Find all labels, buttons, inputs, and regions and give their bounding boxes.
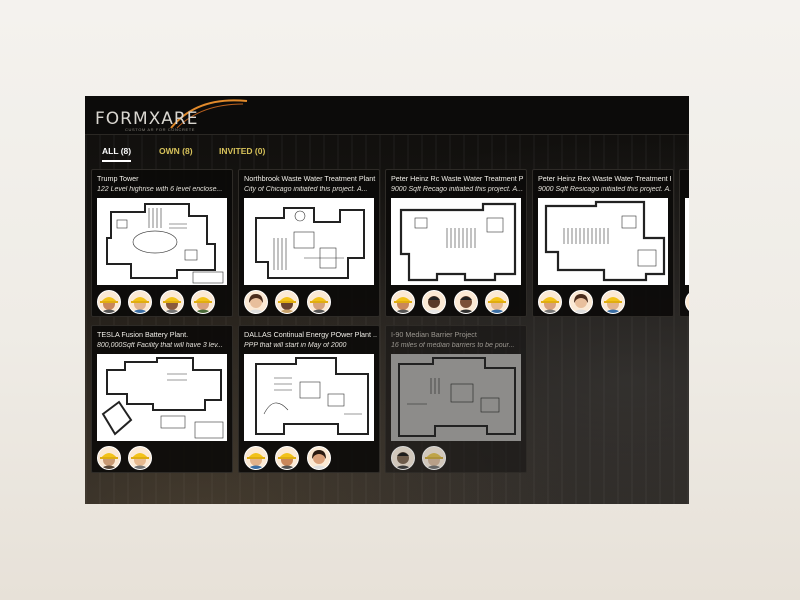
app-header: FORMXARE CUSTOM AR FOR CONCRETE: [85, 96, 689, 135]
tab-own[interactable]: OWN (8): [159, 146, 193, 160]
team-avatars: [244, 290, 334, 314]
team-member-avatar[interactable]: [97, 290, 121, 314]
project-title: Trump Tower: [97, 174, 139, 183]
floor-plan-drawing: [255, 357, 369, 435]
floor-plan-thumbnail: [685, 198, 689, 285]
team-member-avatar[interactable]: [97, 446, 121, 470]
project-card[interactable]: Peter Heinz Rex Waste Water Treatment Pl…: [532, 169, 674, 317]
floor-plan-drawing: [399, 202, 517, 282]
team-member-avatar[interactable]: [191, 290, 216, 314]
floor-plan-thumbnail: [97, 198, 227, 285]
team-avatars: [391, 290, 512, 314]
team-member-avatar[interactable]: [244, 446, 268, 470]
project-description: 122 Level highrise with 6 level enclose.…: [97, 186, 223, 193]
project-card[interactable]: Trump Tower 122 Level highrise with 6 le…: [91, 169, 233, 317]
logo-text: FORMXARE: [95, 109, 199, 129]
team-member-avatar[interactable]: [128, 446, 153, 470]
project-title: I-90 Median Barrier Project: [391, 330, 477, 339]
formxare-logo[interactable]: FORMXARE CUSTOM AR FOR CONCRETE: [93, 98, 253, 132]
project-card[interactable]: TESLA Fusion Battery Plant. 800,000Sqft …: [91, 325, 233, 473]
project-title: TESLA Fusion Battery Plant.: [97, 330, 189, 339]
project-filter-tabs: ALL (8) OWN (8) INVITED (0): [85, 142, 689, 166]
floor-plan-thumbnail: [391, 354, 521, 441]
team-avatars: [538, 290, 628, 314]
team-member-avatar[interactable]: [244, 290, 268, 314]
logo-tagline: CUSTOM AR FOR CONCRETE: [125, 127, 196, 132]
team-member-avatar[interactable]: [275, 446, 300, 470]
project-card[interactable]: Peter Heinz Rc Waste Water Treatment Pla…: [385, 169, 527, 317]
floor-plan-thumbnail: [391, 198, 521, 285]
floor-plan-thumbnail: [538, 198, 668, 285]
team-member-avatar[interactable]: [275, 290, 300, 314]
floor-plan-drawing: [106, 203, 224, 284]
floor-plan-thumbnail: [97, 354, 227, 441]
team-member-avatar[interactable]: [422, 290, 447, 314]
team-member-avatar[interactable]: [685, 290, 689, 314]
floor-plan-drawing: [101, 357, 224, 439]
team-member-avatar[interactable]: [569, 290, 594, 314]
project-card[interactable]: I-90 Median Barrier Project 16 miles of …: [385, 325, 527, 473]
project-description: 9000 Sqft Resicago initiated this projec…: [538, 186, 671, 193]
team-avatars: [97, 446, 155, 470]
team-member-avatar[interactable]: [391, 290, 415, 314]
project-card-partial[interactable]: [679, 169, 689, 317]
project-description: 16 miles of median barriers to be pour..…: [391, 342, 515, 349]
team-member-avatar[interactable]: [159, 290, 184, 314]
project-title: Peter Heinz Rex Waste Water Treatment Pl…: [538, 174, 671, 183]
floor-plan-thumbnail: [244, 198, 374, 285]
project-description: City of Chicago initiated this project. …: [244, 186, 368, 193]
project-title: DALLAS Continual Energy POwer Plant ...: [244, 330, 377, 339]
project-card[interactable]: DALLAS Continual Energy POwer Plant ... …: [238, 325, 380, 473]
project-title: Peter Heinz Rc Waste Water Treatment Pla…: [391, 174, 524, 183]
floor-plan-drawing: [255, 207, 365, 279]
project-description: 800,000Sqft Facility that will have 3 le…: [97, 342, 223, 349]
floor-plan-drawing: [398, 357, 516, 437]
team-member-avatar[interactable]: [422, 446, 447, 470]
team-avatars: [685, 290, 689, 314]
project-description: PPP that will start in May of 2000: [244, 342, 347, 349]
team-member-avatar[interactable]: [600, 290, 625, 314]
team-member-avatar[interactable]: [538, 290, 562, 314]
team-member-avatar[interactable]: [306, 290, 331, 314]
team-avatars: [97, 290, 218, 314]
app-window: FORMXARE CUSTOM AR FOR CONCRETE ALL (8) …: [85, 96, 689, 504]
team-member-avatar[interactable]: [391, 446, 415, 470]
team-member-avatar[interactable]: [453, 290, 478, 314]
tab-invited[interactable]: INVITED (0): [219, 146, 265, 160]
project-description: 9000 Sqft Recago initiated this project.…: [391, 186, 524, 193]
floor-plan-drawing: [544, 200, 666, 282]
tab-all[interactable]: ALL (8): [102, 146, 132, 162]
team-member-avatar[interactable]: [128, 290, 153, 314]
team-avatars: [391, 446, 449, 470]
floor-plan-thumbnail: [244, 354, 374, 441]
team-member-avatar[interactable]: [485, 290, 510, 314]
project-card[interactable]: Northbrook Waste Water Treatment Plant C…: [238, 169, 380, 317]
team-avatars: [244, 446, 334, 470]
project-title: Northbrook Waste Water Treatment Plant: [244, 174, 376, 183]
team-member-avatar[interactable]: [306, 446, 331, 470]
